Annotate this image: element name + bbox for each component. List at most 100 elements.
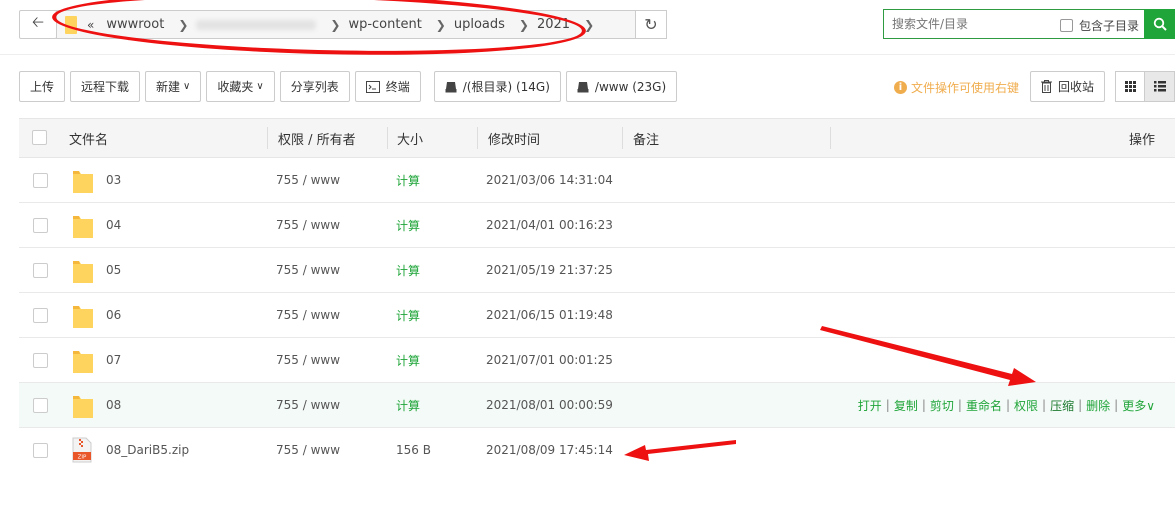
op-copy-link[interactable]: 复制 <box>894 397 918 414</box>
chevron-right-icon: ❯ <box>330 17 341 32</box>
file-permission[interactable]: 755 / www <box>276 158 340 202</box>
op-compress-link[interactable]: 压缩 <box>1050 397 1074 414</box>
checkbox-box[interactable] <box>1060 19 1073 32</box>
column-divider <box>267 127 268 149</box>
file-name[interactable]: 05 <box>106 248 121 292</box>
search-button[interactable] <box>1144 9 1175 39</box>
back-button[interactable]: 🡠 <box>19 10 57 39</box>
file-name[interactable]: 03 <box>106 158 121 202</box>
zip-file-icon: ZIP <box>72 437 92 463</box>
table-row[interactable]: 04 755 / www 计算 2021/04/01 00:16:23 <box>19 203 1175 248</box>
favorites-button[interactable]: 收藏夹 ∨ <box>206 71 275 102</box>
search-input[interactable] <box>892 17 1052 31</box>
header-remark[interactable]: 备注 <box>633 119 659 157</box>
trash-icon <box>1041 80 1052 93</box>
file-name[interactable]: 08 <box>106 383 121 427</box>
breadcrumb-item-wp-content[interactable]: wp-content <box>348 17 421 32</box>
op-cut-link[interactable]: 剪切 <box>930 397 954 414</box>
row-checkbox[interactable] <box>33 353 48 368</box>
file-permission[interactable]: 755 / www <box>276 203 340 247</box>
terminal-icon <box>365 80 380 93</box>
row-checkbox[interactable] <box>33 443 48 458</box>
upload-button[interactable]: 上传 <box>19 71 66 102</box>
calc-size-link[interactable]: 计算 <box>396 293 420 337</box>
table-row[interactable]: 03 755 / www 计算 2021/03/06 14:31:04 <box>19 158 1175 203</box>
op-rename-link[interactable]: 重命名 <box>966 397 1002 414</box>
remote-download-button[interactable]: 远程下载 <box>70 71 141 102</box>
breadcrumb-item-wwwroot[interactable]: wwwroot <box>106 17 164 32</box>
breadcrumb-item-2021[interactable]: 2021 <box>537 17 570 32</box>
calc-size-link[interactable]: 计算 <box>396 383 420 427</box>
row-checkbox[interactable] <box>33 263 48 278</box>
path-breadcrumb[interactable]: « wwwroot ❯ ❯ wp-content ❯ uploads ❯ 202… <box>56 10 636 39</box>
row-checkbox[interactable] <box>33 218 48 233</box>
op-delete-link[interactable]: 删除 <box>1086 397 1110 414</box>
folder-icon <box>73 171 93 193</box>
file-permission[interactable]: 755 / www <box>276 338 340 382</box>
calc-size-link[interactable]: 计算 <box>396 248 420 292</box>
op-open-link[interactable]: 打开 <box>858 397 882 414</box>
header-ops: 操作 <box>1129 132 1156 148</box>
breadcrumb-item-uploads[interactable]: uploads <box>454 17 505 32</box>
op-more-link[interactable]: 更多∨ <box>1122 397 1155 414</box>
select-all-checkbox[interactable] <box>32 130 47 145</box>
chevron-right-icon: ❯ <box>178 17 189 32</box>
breadcrumb-collapse-icon[interactable]: « <box>87 18 94 32</box>
row-checkbox[interactable] <box>33 398 48 413</box>
column-divider <box>387 127 388 149</box>
file-mtime: 2021/08/09 17:45:14 <box>486 443 613 457</box>
recycle-bin-button[interactable]: 回收站 <box>1030 71 1106 102</box>
table-row-hovered[interactable]: 08 755 / www 计算 2021/08/01 00:00:59 打开 | … <box>19 383 1175 428</box>
file-mtime: 2021/07/01 00:01:25 <box>486 353 613 367</box>
terminal-button[interactable]: 终端 <box>354 71 421 102</box>
header-filename[interactable]: 文件名 <box>69 119 108 157</box>
table-row[interactable]: 07 755 / www 计算 2021/07/01 00:01:25 <box>19 338 1175 383</box>
share-list-button[interactable]: 分享列表 <box>279 71 350 102</box>
grid-icon <box>1124 81 1136 92</box>
refresh-button[interactable]: ↻ <box>635 10 667 39</box>
disk-icon <box>445 81 457 92</box>
context-menu-hint: i 文件操作可使用右键 <box>894 79 1019 96</box>
column-divider <box>477 127 478 149</box>
file-mtime: 2021/05/19 21:37:25 <box>486 263 613 277</box>
chevron-down-icon: ∨ <box>256 81 264 92</box>
file-permission[interactable]: 755 / www <box>276 293 340 337</box>
file-name[interactable]: 08_DariB5.zip <box>106 428 189 472</box>
row-checkbox[interactable] <box>33 173 48 188</box>
include-subdir-checkbox[interactable]: 包含子目录 <box>1060 17 1139 34</box>
chevron-right-icon: ❯ <box>435 17 446 32</box>
file-name[interactable]: 06 <box>106 293 121 337</box>
table-row[interactable]: ZIP 08_DariB5.zip 755 / www 156 B 2021/0… <box>19 428 1175 473</box>
calc-size-link[interactable]: 计算 <box>396 158 420 202</box>
file-table-header: 文件名 权限 / 所有者 大小 修改时间 备注 操作 <box>19 118 1175 158</box>
file-name[interactable]: 07 <box>106 338 121 382</box>
search-box: 包含子目录 <box>883 9 1145 39</box>
folder-mini-icon <box>65 15 77 34</box>
file-permission[interactable]: 755 / www <box>276 428 340 472</box>
file-mtime: 2021/04/01 00:16:23 <box>486 218 613 232</box>
grid-view-button[interactable] <box>1115 71 1145 102</box>
breadcrumb-item-hidden[interactable] <box>196 19 317 30</box>
table-row[interactable]: 06 755 / www 计算 2021/06/15 01:19:48 <box>19 293 1175 338</box>
chevron-down-icon: ∨ <box>1146 398 1155 413</box>
folder-icon <box>73 351 93 373</box>
list-view-button[interactable] <box>1144 71 1175 102</box>
file-permission[interactable]: 755 / www <box>276 383 340 427</box>
calc-size-link[interactable]: 计算 <box>396 203 420 247</box>
disk-root-button[interactable]: /(根目录) (14G) <box>433 71 561 102</box>
disk-www-button[interactable]: /www (23G) <box>565 71 678 102</box>
file-mtime: 2021/03/06 14:31:04 <box>486 173 613 187</box>
row-operations: 打开 | 复制 | 剪切 | 重命名 | 权限 | 压缩 | 删除 | 更多∨ <box>857 397 1155 414</box>
op-permission-link[interactable]: 权限 <box>1014 397 1038 414</box>
row-checkbox[interactable] <box>33 308 48 323</box>
new-button[interactable]: 新建 ∨ <box>145 71 202 102</box>
calc-size-link[interactable]: 计算 <box>396 338 420 382</box>
table-row[interactable]: 05 755 / www 计算 2021/05/19 21:37:25 <box>19 248 1175 293</box>
header-size[interactable]: 大小 <box>397 119 423 157</box>
header-permission[interactable]: 权限 / 所有者 <box>278 119 356 157</box>
header-mtime[interactable]: 修改时间 <box>488 119 540 157</box>
file-permission[interactable]: 755 / www <box>276 248 340 292</box>
file-name[interactable]: 04 <box>106 203 121 247</box>
chevron-right-icon: ❯ <box>518 17 529 32</box>
column-divider <box>830 127 831 149</box>
